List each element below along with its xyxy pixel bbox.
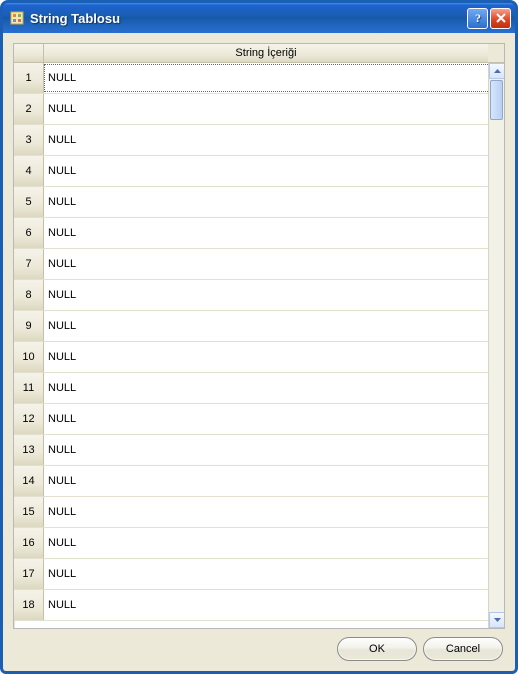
- column-header[interactable]: String İçeriği: [44, 44, 488, 62]
- cell-value[interactable]: NULL: [44, 404, 488, 434]
- table-row[interactable]: 14NULL: [14, 466, 488, 497]
- window-title: String Tablosu: [30, 11, 467, 26]
- table-row[interactable]: 2NULL: [14, 94, 488, 125]
- cell-value[interactable]: NULL: [44, 466, 488, 496]
- table-row[interactable]: 15NULL: [14, 497, 488, 528]
- table-row[interactable]: 3NULL: [14, 125, 488, 156]
- cell-value[interactable]: NULL: [44, 559, 488, 589]
- app-icon: [9, 10, 25, 26]
- row-header[interactable]: 11: [14, 373, 44, 403]
- table-row[interactable]: 1NULL: [14, 63, 488, 94]
- string-grid: String İçeriği 1NULL2NULL3NULL4NULL5NULL…: [13, 43, 505, 629]
- row-header[interactable]: 8: [14, 280, 44, 310]
- cell-value[interactable]: NULL: [44, 125, 488, 155]
- table-row[interactable]: 4NULL: [14, 156, 488, 187]
- table-row[interactable]: 5NULL: [14, 187, 488, 218]
- row-header[interactable]: 12: [14, 404, 44, 434]
- vertical-scrollbar[interactable]: [488, 63, 504, 628]
- button-bar: OK Cancel: [13, 629, 505, 663]
- table-row[interactable]: 8NULL: [14, 280, 488, 311]
- cell-value[interactable]: NULL: [44, 64, 488, 92]
- cell-value[interactable]: NULL: [44, 249, 488, 279]
- scroll-up-button[interactable]: [489, 63, 504, 79]
- table-row[interactable]: 6NULL: [14, 218, 488, 249]
- row-header[interactable]: 1: [14, 63, 44, 93]
- table-row[interactable]: 16NULL: [14, 528, 488, 559]
- row-header[interactable]: 6: [14, 218, 44, 248]
- table-row[interactable]: 7NULL: [14, 249, 488, 280]
- grid-header: String İçeriği: [14, 44, 504, 63]
- cell-value[interactable]: NULL: [44, 311, 488, 341]
- svg-text:?: ?: [475, 12, 481, 24]
- table-row[interactable]: 17NULL: [14, 559, 488, 590]
- cell-value[interactable]: NULL: [44, 435, 488, 465]
- dialog-window: String Tablosu ? String İçeriği 1NULL2NU…: [0, 0, 518, 674]
- cell-value[interactable]: NULL: [44, 497, 488, 527]
- cell-value[interactable]: NULL: [44, 590, 488, 620]
- cell-value[interactable]: NULL: [44, 342, 488, 372]
- row-header[interactable]: 7: [14, 249, 44, 279]
- row-header[interactable]: 13: [14, 435, 44, 465]
- scroll-thumb[interactable]: [490, 80, 503, 120]
- cell-value[interactable]: NULL: [44, 218, 488, 248]
- row-header[interactable]: 17: [14, 559, 44, 589]
- row-header[interactable]: 15: [14, 497, 44, 527]
- grid-corner: [14, 44, 44, 62]
- cell-value[interactable]: NULL: [44, 94, 488, 124]
- table-row[interactable]: 13NULL: [14, 435, 488, 466]
- table-row[interactable]: 10NULL: [14, 342, 488, 373]
- cell-value[interactable]: NULL: [44, 156, 488, 186]
- table-row[interactable]: 11NULL: [14, 373, 488, 404]
- table-row[interactable]: 18NULL: [14, 590, 488, 621]
- table-row[interactable]: 12NULL: [14, 404, 488, 435]
- row-header[interactable]: 3: [14, 125, 44, 155]
- row-header[interactable]: 18: [14, 590, 44, 620]
- scroll-down-button[interactable]: [489, 612, 504, 628]
- row-header[interactable]: 2: [14, 94, 44, 124]
- row-header[interactable]: 5: [14, 187, 44, 217]
- ok-button[interactable]: OK: [337, 637, 417, 661]
- cell-value[interactable]: NULL: [44, 280, 488, 310]
- row-header[interactable]: 16: [14, 528, 44, 558]
- cell-value[interactable]: NULL: [44, 528, 488, 558]
- grid-body: 1NULL2NULL3NULL4NULL5NULL6NULL7NULL8NULL…: [14, 63, 504, 628]
- row-header[interactable]: 14: [14, 466, 44, 496]
- table-row[interactable]: 9NULL: [14, 311, 488, 342]
- titlebar[interactable]: String Tablosu ?: [3, 3, 515, 33]
- row-header[interactable]: 4: [14, 156, 44, 186]
- row-header[interactable]: 9: [14, 311, 44, 341]
- cancel-button[interactable]: Cancel: [423, 637, 503, 661]
- cell-value[interactable]: NULL: [44, 373, 488, 403]
- close-button[interactable]: [490, 8, 511, 29]
- client-area: String İçeriği 1NULL2NULL3NULL4NULL5NULL…: [3, 33, 515, 671]
- titlebar-buttons: ?: [467, 8, 511, 29]
- row-header[interactable]: 10: [14, 342, 44, 372]
- cell-value[interactable]: NULL: [44, 187, 488, 217]
- help-button[interactable]: ?: [467, 8, 488, 29]
